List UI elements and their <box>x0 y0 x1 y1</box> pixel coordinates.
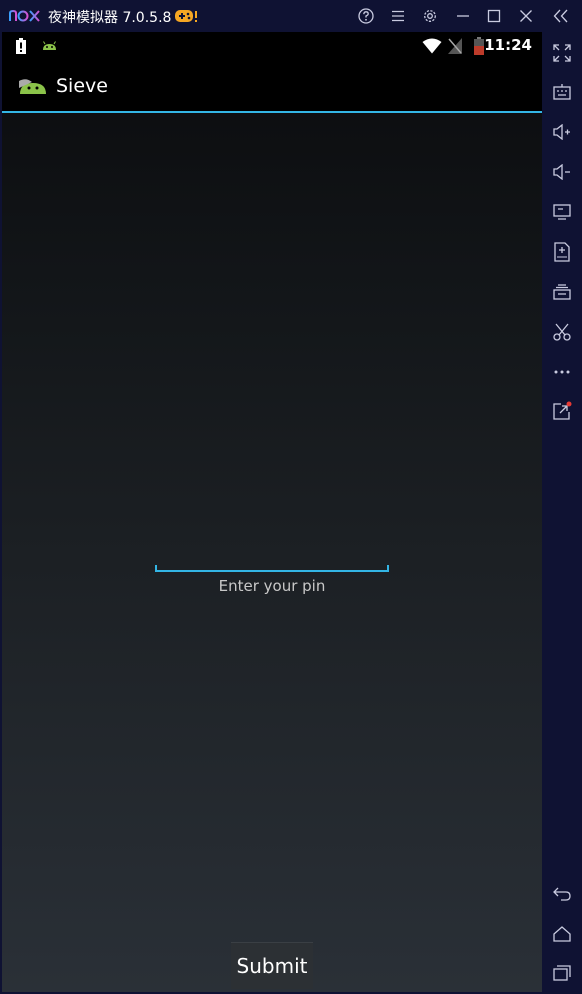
submit-button[interactable]: Submit <box>231 942 313 989</box>
app-title: Sieve <box>56 75 108 97</box>
maximize-icon[interactable] <box>484 6 504 26</box>
settings-icon[interactable] <box>420 6 440 26</box>
minimize-icon[interactable] <box>453 6 473 26</box>
volume-up-icon[interactable] <box>550 120 574 144</box>
status-bar: 11:24 <box>2 32 542 60</box>
fullscreen-icon[interactable] <box>550 41 574 65</box>
sieve-app-icon[interactable] <box>18 76 48 96</box>
keyboard-icon[interactable] <box>550 80 574 104</box>
scissors-icon[interactable] <box>550 320 574 344</box>
add-apk-icon[interactable] <box>550 240 574 264</box>
no-signal-icon <box>448 38 462 54</box>
battery-icon <box>474 37 484 55</box>
nox-logo <box>9 9 40 22</box>
screen-icon[interactable] <box>550 200 574 224</box>
battery-alert-icon <box>16 38 26 54</box>
more-icon[interactable] <box>550 360 574 384</box>
collapse-sidebar-icon[interactable] <box>551 6 571 26</box>
menu-icon[interactable] <box>388 6 408 26</box>
pin-input[interactable] <box>155 565 389 572</box>
help-icon[interactable] <box>356 6 376 26</box>
pin-hint-label: Enter your pin <box>218 577 326 595</box>
emulator-titlebar: 夜神模拟器 7.0.5.8 <box>0 0 582 32</box>
sieve-notification-icon <box>43 41 56 50</box>
recent-apps-icon[interactable] <box>550 961 574 985</box>
volume-down-icon[interactable] <box>550 160 574 184</box>
home-icon[interactable] <box>550 922 574 946</box>
android-screen: 11:24 Sieve Enter your pin Submit <box>2 32 542 992</box>
clock: 11:24 <box>484 36 532 54</box>
window-title: 夜神模拟器 7.0.5.8 <box>48 10 172 26</box>
action-bar: Sieve <box>2 60 542 113</box>
back-icon[interactable] <box>550 882 574 906</box>
share-icon[interactable] <box>550 399 574 423</box>
multi-instance-icon[interactable] <box>550 280 574 304</box>
emulator-sidebar <box>542 32 582 994</box>
wifi-icon <box>422 38 442 54</box>
gamepad-icon[interactable] <box>174 8 198 24</box>
close-icon[interactable] <box>516 6 536 26</box>
